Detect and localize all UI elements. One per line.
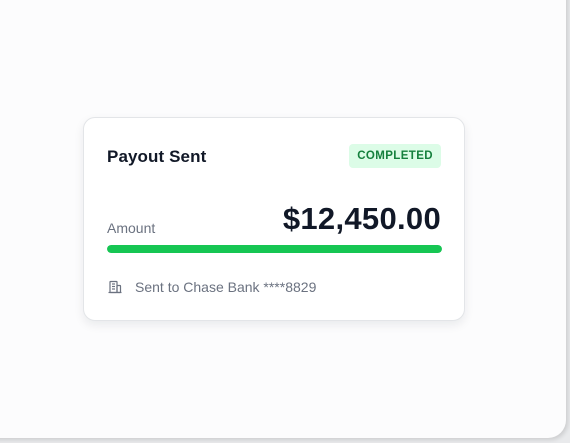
bank-icon: [107, 279, 123, 295]
status-badge: COMPLETED: [349, 144, 441, 168]
amount-label: Amount: [107, 220, 156, 236]
payout-card: Payout Sent COMPLETED Amount $12,450.00 …: [83, 117, 465, 321]
progress-fill: [107, 245, 442, 253]
progress-bar: [107, 245, 442, 253]
card-title: Payout Sent: [107, 147, 207, 166]
amount-value: $12,450.00: [282, 201, 441, 236]
destination-row: Sent to Chase Bank ****8829: [107, 279, 316, 295]
destination-text: Sent to Chase Bank ****8829: [135, 279, 317, 295]
